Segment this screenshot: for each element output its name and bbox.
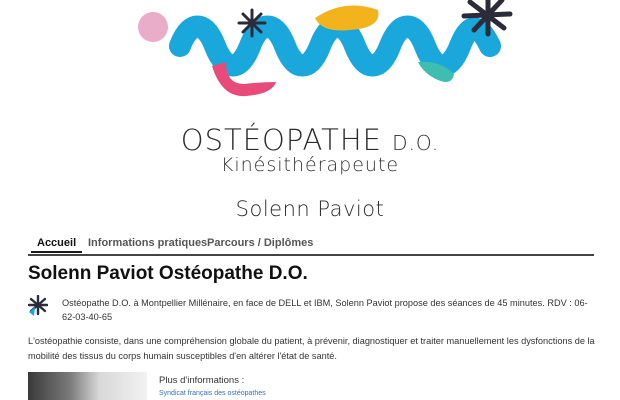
star-icon <box>28 295 48 316</box>
tab-accueil[interactable]: Accueil <box>30 237 83 253</box>
more-info-label: Plus d'informations : <box>159 375 245 386</box>
tab-parcours-diplomes[interactable]: Parcours / Diplômes <box>207 237 313 249</box>
tab-informations-pratiques[interactable]: Informations pratiques <box>88 237 207 249</box>
brand-logo <box>138 0 513 97</box>
brand-title: OSTÉOPATHE D.O. <box>180 123 440 157</box>
description-paragraph: L'ostéopathie consiste, dans une compréh… <box>28 336 595 361</box>
brand-subtitle: Kinésithérapeute <box>220 154 400 176</box>
brand-name: Solenn Paviot <box>235 197 385 221</box>
page-title: Solenn Paviot Ostéopathe D.O. <box>28 263 308 284</box>
nav-tabs: Accueil Informations pratiques Parcours … <box>28 236 594 256</box>
intro-text: Ostéopathe D.O. à Montpellier Millénaire… <box>62 298 588 322</box>
syndicat-link[interactable]: Syndicat français des ostéopathes <box>159 390 266 397</box>
practice-photo <box>28 372 147 400</box>
